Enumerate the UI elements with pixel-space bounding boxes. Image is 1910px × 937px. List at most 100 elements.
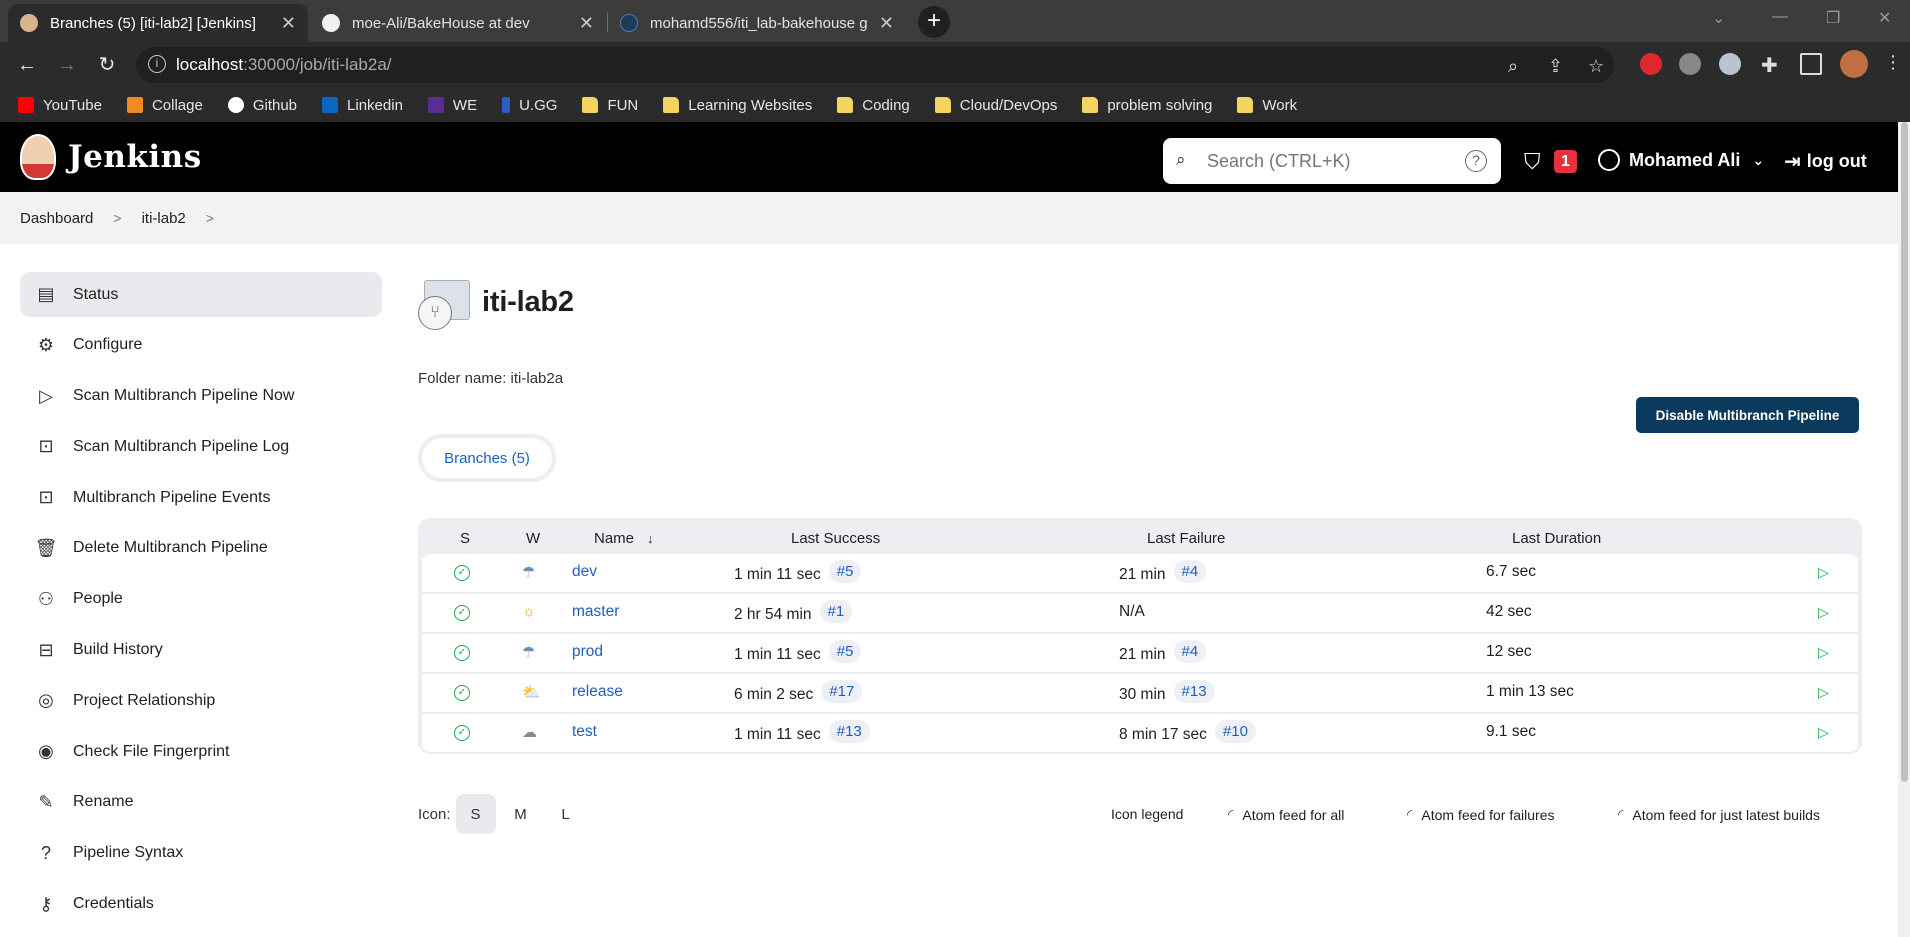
failure-build-link[interactable]: #10 [1214,720,1256,743]
column-last-success[interactable]: Last Success [791,530,880,547]
icon-legend-link[interactable]: Icon legend [1111,806,1183,822]
atom-feed-all-link[interactable]: ◜ Atom feed for all [1228,806,1344,823]
success-build-link[interactable]: #17 [821,680,863,703]
close-tab-icon[interactable]: ✕ [879,13,894,34]
success-build-link[interactable]: #13 [828,720,870,743]
column-status[interactable]: S [460,530,470,547]
close-window-icon[interactable]: ✕ [1878,8,1891,28]
sidebar-item-fingerprint[interactable]: ◉ Check File Fingerprint [20,729,382,774]
column-last-failure[interactable]: Last Failure [1147,530,1225,547]
failure-build-link[interactable]: #4 [1173,640,1207,663]
back-icon[interactable]: ← [12,50,42,80]
icon-size-small[interactable]: S [455,794,496,834]
bookmark-linkedin[interactable]: Linkedin [322,97,403,114]
logout-link[interactable]: ⇥ log out [1784,149,1867,174]
column-name[interactable]: Name [594,530,634,547]
tab-search-chevron-icon[interactable]: ⌄ [1712,8,1725,28]
browser-tab-jenkins[interactable]: Branches (5) [iti-lab2] [Jenkins] ✕ [8,4,308,42]
bookmark-folder-work[interactable]: Work [1237,97,1297,114]
sidebar-item-credentials[interactable]: ⚷ Credentials [20,882,382,927]
address-bar[interactable]: i localhost:30000/job/iti-lab2a/ ⌕ ⇪ ☆ [136,47,1614,83]
branch-link[interactable]: release [572,683,623,701]
breadcrumb-iti-lab2[interactable]: iti-lab2 [142,210,186,227]
bookmark-ugg[interactable]: U.GG [502,97,557,114]
bookmark-collage[interactable]: Collage [126,97,203,114]
adblock-extension-icon[interactable] [1640,53,1662,75]
sidebar-item-scan-log[interactable]: ⊡ Scan Multibranch Pipeline Log [20,424,382,469]
close-tab-icon[interactable]: ✕ [579,13,594,34]
run-build-icon[interactable]: ▷ [1818,644,1829,661]
run-build-icon[interactable]: ▷ [1818,724,1829,741]
sidebar-item-pipeline-syntax[interactable]: ? Pipeline Syntax [20,831,382,876]
sidebar-item-build-history[interactable]: ⊟ Build History [20,628,382,673]
atom-feed-failures-link[interactable]: ◜ Atom feed for failures [1407,806,1554,823]
bookmark-folder-cloud[interactable]: Cloud/DevOps [934,97,1057,114]
atom-feed-latest-link[interactable]: ◜ Atom feed for just latest builds [1618,806,1820,823]
search-input[interactable] [1207,145,1447,177]
success-build-link[interactable]: #5 [828,560,862,583]
sort-arrow-icon[interactable]: ↓ [647,531,654,546]
share-icon[interactable]: ⇪ [1548,56,1563,77]
sidebar-item-people[interactable]: ⚇ People [20,577,382,622]
bookmark-folder-coding[interactable]: Coding [837,97,910,114]
sidebar-item-events[interactable]: ⊡ Multibranch Pipeline Events [20,475,382,520]
profile-avatar[interactable] [1840,50,1868,78]
search-help-icon[interactable]: ? [1465,150,1487,172]
security-shield-icon[interactable]: ⛉ [1524,149,1541,175]
failure-build-link[interactable]: #13 [1173,680,1215,703]
browser-menu-icon[interactable]: ⋮ [1884,52,1902,73]
run-build-icon[interactable]: ▷ [1818,684,1829,701]
globe-extension-icon[interactable] [1679,53,1701,75]
column-last-duration[interactable]: Last Duration [1512,530,1601,547]
success-build-link[interactable]: #5 [828,640,862,663]
search-box[interactable]: ⌕ ? [1163,138,1501,184]
branch-link[interactable]: prod [572,643,603,661]
browser-tab-repo[interactable]: mohamd556/iti_lab-bakehouse g ✕ [608,4,906,42]
bookmark-folder-problem-solving[interactable]: problem solving [1082,97,1212,114]
zoom-icon[interactable]: ⌕ [1508,56,1518,77]
side-panel-icon[interactable] [1800,53,1822,75]
forward-icon[interactable]: → [52,50,82,80]
column-weather[interactable]: W [526,530,540,547]
sidebar-item-status[interactable]: ▤ Status [20,272,382,317]
sidebar-item-delete[interactable]: 🗑 Delete Multibranch Pipeline [20,526,382,571]
bookmark-we[interactable]: WE [427,97,477,114]
breadcrumb-dashboard[interactable]: Dashboard [20,210,93,227]
minimize-icon[interactable]: — [1772,8,1788,26]
success-build-link[interactable]: #1 [819,600,853,623]
branch-link[interactable]: test [572,723,597,741]
bookmark-folder-learning[interactable]: Learning Websites [663,97,812,114]
chevron-down-icon[interactable]: ⌄ [1752,152,1764,169]
tab-branches[interactable]: Branches (5) [418,434,556,482]
url-text[interactable]: localhost:30000/job/iti-lab2a/ [176,55,392,75]
run-build-icon[interactable]: ▷ [1818,564,1829,581]
icon-size-large[interactable]: L [546,794,586,834]
restore-icon[interactable]: ❐ [1826,8,1840,28]
page-scrollbar[interactable] [1898,122,1910,937]
browser-tab-github[interactable]: moe-Ali/BakeHouse at dev ✕ [310,4,606,42]
branch-link[interactable]: master [572,603,619,621]
scrollbar-thumb[interactable] [1901,122,1908,782]
disable-pipeline-button[interactable]: Disable Multibranch Pipeline [1636,397,1859,433]
sidebar-item-project-relationship[interactable]: ◎ Project Relationship [20,678,382,723]
jenkins-logo[interactable]: Jenkins [20,134,202,180]
owl-extension-icon[interactable] [1719,53,1741,75]
sidebar-item-configure[interactable]: ⚙ Configure [20,323,382,368]
bookmark-youtube[interactable]: YouTube [18,97,102,114]
failure-build-link[interactable]: #4 [1173,560,1207,583]
sidebar-item-rename[interactable]: ✎ Rename [20,780,382,825]
user-menu[interactable]: Mohamed Ali ⌄ [1598,149,1764,171]
extensions-puzzle-icon[interactable]: ✚ [1761,53,1778,78]
icon-size-medium[interactable]: M [501,794,541,834]
sidebar-item-scan-now[interactable]: ▷ Scan Multibranch Pipeline Now [20,374,382,419]
run-build-icon[interactable]: ▷ [1818,604,1829,621]
reload-icon[interactable]: ↻ [92,50,122,80]
chevron-right-icon[interactable]: > [206,210,214,226]
site-info-icon[interactable]: i [148,55,166,73]
bookmark-folder-fun[interactable]: FUN [582,97,638,114]
close-tab-icon[interactable]: ✕ [281,13,296,34]
alert-count-badge[interactable]: 1 [1554,150,1577,173]
new-tab-button[interactable]: + [918,6,950,38]
branch-link[interactable]: dev [572,563,597,581]
bookmark-star-icon[interactable]: ☆ [1588,56,1604,77]
